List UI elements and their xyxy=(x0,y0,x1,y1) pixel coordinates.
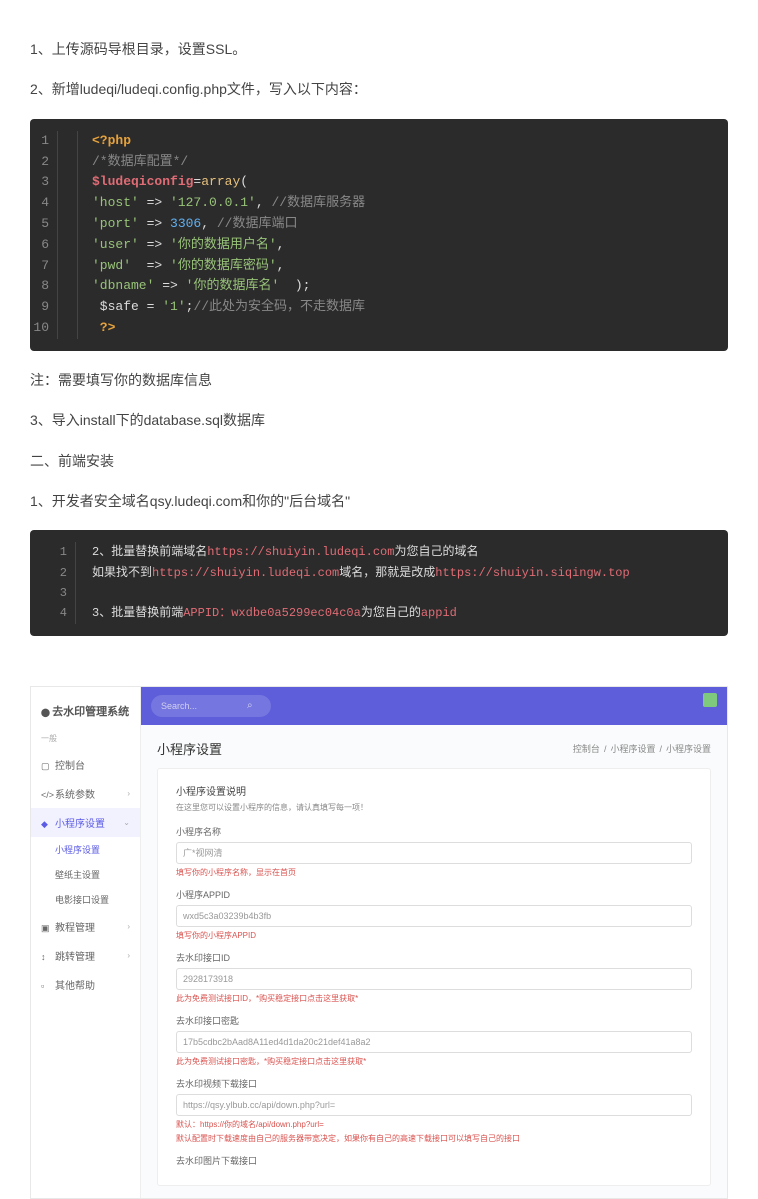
chevron-right-icon: › xyxy=(127,922,130,931)
sidebar-sub-wallpaper[interactable]: 壁纸主设置 xyxy=(31,862,140,887)
label-appid: 小程序APPID xyxy=(176,888,692,901)
breadcrumb-current: 小程序设置 xyxy=(666,744,711,754)
search-icon[interactable]: ⌕ xyxy=(247,700,253,711)
code-block-replace: 12、批量替换前端域名https://shuiyin.ludeqi.com为您自… xyxy=(30,530,728,636)
chevron-right-icon: › xyxy=(127,789,130,798)
topbar: ⌕ xyxy=(141,687,727,725)
hint-video-download-2: 默认配置时下载速度由自己的服务器带宽决定，如果你有自己的高速下载接口可以填写自己… xyxy=(176,1133,692,1144)
chevron-right-icon: › xyxy=(127,951,130,960)
sidebar-item-sysparam[interactable]: </>系统参数› xyxy=(31,779,140,808)
sidebar-item-miniprogram[interactable]: ◆小程序设置⌄ xyxy=(31,808,140,837)
search-input[interactable] xyxy=(161,701,241,711)
link-icon: ↕ xyxy=(41,952,55,962)
input-qsy-key[interactable] xyxy=(176,1031,692,1053)
hint-appid: 填写你的小程序APPID xyxy=(176,930,692,941)
search-box[interactable]: ⌕ xyxy=(151,695,271,717)
book-icon: ▣ xyxy=(41,923,55,934)
label-qsy-id: 去水印接口ID xyxy=(176,951,692,964)
step-2: 2、新增ludeqi/ludeqi.config.php文件，写入以下内容： xyxy=(30,78,728,100)
admin-screenshot: 去水印管理系统 一般 ▢控制台 </>系统参数› ◆小程序设置⌄ 小程序设置 壁… xyxy=(30,686,728,1199)
section-desc-sub: 在这里您可以设置小程序的信息，请认真填写每一项！ xyxy=(176,802,692,813)
breadcrumb-minip[interactable]: 小程序设置 xyxy=(610,744,655,754)
settings-card: 小程序设置说明 在这里您可以设置小程序的信息，请认真填写每一项！ 小程序名称 填… xyxy=(157,768,711,1186)
monitor-icon: ▢ xyxy=(41,761,55,772)
label-mp-name: 小程序名称 xyxy=(176,825,692,838)
avatar[interactable] xyxy=(703,693,717,707)
input-mp-name[interactable] xyxy=(176,842,692,864)
code-block-php: 1<?php 2/*数据库配置*/ 3$ludeqiconfig=array( … xyxy=(30,119,728,351)
step-note: 注：需要填写你的数据库信息 xyxy=(30,369,728,391)
hint-video-download-1: 默认：https://你的域名/api/down.php?url= xyxy=(176,1119,692,1130)
sidebar-item-console[interactable]: ▢控制台 xyxy=(31,750,140,779)
input-appid[interactable] xyxy=(176,905,692,927)
label-video-download: 去水印视频下载接口 xyxy=(176,1077,692,1090)
sidebar-item-jump[interactable]: ↕跳转管理› xyxy=(31,941,140,970)
help-icon: ▫ xyxy=(41,981,55,991)
step-1: 1、上传源码导根目录，设置SSL。 xyxy=(30,38,728,60)
sidebar-item-tutorial[interactable]: ▣教程管理› xyxy=(31,912,140,941)
label-image-download: 去水印图片下载接口 xyxy=(176,1154,692,1167)
code-icon: </> xyxy=(41,790,55,800)
hint-mp-name: 填写你的小程序名称，显示在首页 xyxy=(176,867,692,878)
section-desc-title: 小程序设置说明 xyxy=(176,783,692,798)
hint-qsy-key: 此为免费测试接口密匙，*购买稳定接口点击这里获取* xyxy=(176,1056,692,1067)
brand-title: 去水印管理系统 xyxy=(31,697,140,733)
label-qsy-key: 去水印接口密匙 xyxy=(176,1014,692,1027)
step-3: 3、导入install下的database.sql数据库 xyxy=(30,409,728,431)
step-4: 1、开发者安全域名qsy.ludeqi.com和你的"后台域名" xyxy=(30,490,728,512)
page-title: 小程序设置 xyxy=(157,739,222,758)
sidebar: 去水印管理系统 一般 ▢控制台 </>系统参数› ◆小程序设置⌄ 小程序设置 壁… xyxy=(31,687,141,1198)
sidebar-sub-miniprogram-settings[interactable]: 小程序设置 xyxy=(31,837,140,862)
sidebar-group-general: 一般 xyxy=(31,733,140,750)
breadcrumb-console[interactable]: 控制台 xyxy=(573,744,600,754)
sidebar-item-other[interactable]: ▫其他帮助 xyxy=(31,970,140,999)
sidebar-sub-movie[interactable]: 电影接口设置 xyxy=(31,887,140,912)
input-qsy-id[interactable] xyxy=(176,968,692,990)
breadcrumb: 控制台/小程序设置/小程序设置 xyxy=(573,742,711,755)
hint-qsy-id: 此为免费测试接口ID，*购买稳定接口点击这里获取* xyxy=(176,993,692,1004)
chevron-down-icon: ⌄ xyxy=(123,818,130,827)
heading-frontend: 二、前端安装 xyxy=(30,450,728,472)
input-video-download[interactable] xyxy=(176,1094,692,1116)
shield-icon: ◆ xyxy=(41,819,55,830)
